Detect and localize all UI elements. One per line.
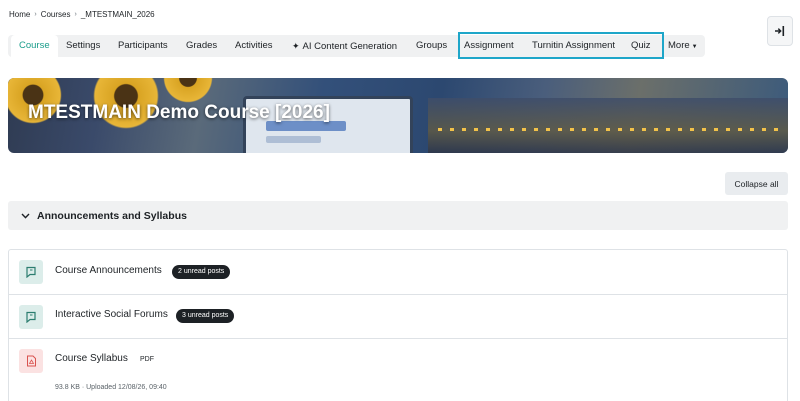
file-type: PDF [140,356,154,363]
unread-badge: 3 unread posts [176,309,235,323]
tab-label: AI Content Generation [302,41,398,52]
breadcrumb: Home › Courses › _MTESTMAIN_2026 [9,10,155,19]
activity-name[interactable]: Course Syllabus [55,353,128,364]
forum-icon [19,260,43,284]
sparkle-icon: ✦ [292,41,300,51]
tab-label: Participants [118,40,168,51]
tab-ai-content-generation[interactable]: ✦ AI Content Generation [292,35,397,57]
course-banner: MTESTMAIN Demo Course [2026] [8,78,788,153]
tabs-highlight-box [458,32,664,59]
section-header[interactable]: Announcements and Syllabus [8,201,788,230]
caret-down-icon: ▼ [691,44,698,50]
town-image [428,98,788,153]
activity-name[interactable]: Course Announcements [55,265,162,276]
section-title[interactable]: Announcements and Syllabus [37,210,187,222]
list-item: Course Syllabus PDF 93.8 KB · Uploaded 1… [9,339,787,401]
tab-course[interactable]: Course [11,35,58,57]
open-drawer-icon [775,26,785,36]
tab-label: Grades [186,40,218,51]
breadcrumb-separator: › [34,11,37,18]
tab-label: Activities [235,40,273,51]
chevron-down-icon[interactable] [19,210,31,222]
activity-list: Course Announcements 2 unread posts Inte… [8,249,788,401]
list-item: Course Announcements 2 unread posts [9,250,787,295]
open-drawer-button[interactable] [767,16,793,46]
pdf-icon [19,349,43,373]
forum-icon [19,305,43,329]
activity-name[interactable]: Interactive Social Forums [55,309,168,320]
tab-participants[interactable]: Participants [118,35,168,57]
tab-groups[interactable]: Groups [416,35,447,57]
tab-label: Course [19,40,50,51]
tab-label: More [668,40,690,51]
tab-grades[interactable]: Grades [186,35,217,57]
tab-label: Groups [416,40,448,51]
lights-image [438,128,778,131]
breadcrumb-courses[interactable]: Courses [41,10,71,19]
breadcrumb-separator: › [74,11,77,18]
tab-settings[interactable]: Settings [66,35,100,57]
course-title: MTESTMAIN Demo Course [2026] [28,102,330,123]
file-meta: 93.8 KB · Uploaded 12/08/26, 09:40 [55,384,167,391]
breadcrumb-home[interactable]: Home [9,10,30,19]
list-item: Interactive Social Forums 3 unread posts [9,295,787,339]
tab-more[interactable]: More ▼ [668,35,698,57]
collapse-all-button[interactable]: Collapse all [725,172,788,195]
tab-label: Settings [66,40,101,51]
tab-activities[interactable]: Activities [235,35,272,57]
unread-badge: 2 unread posts [172,265,231,279]
breadcrumb-course[interactable]: _MTESTMAIN_2026 [81,10,155,19]
